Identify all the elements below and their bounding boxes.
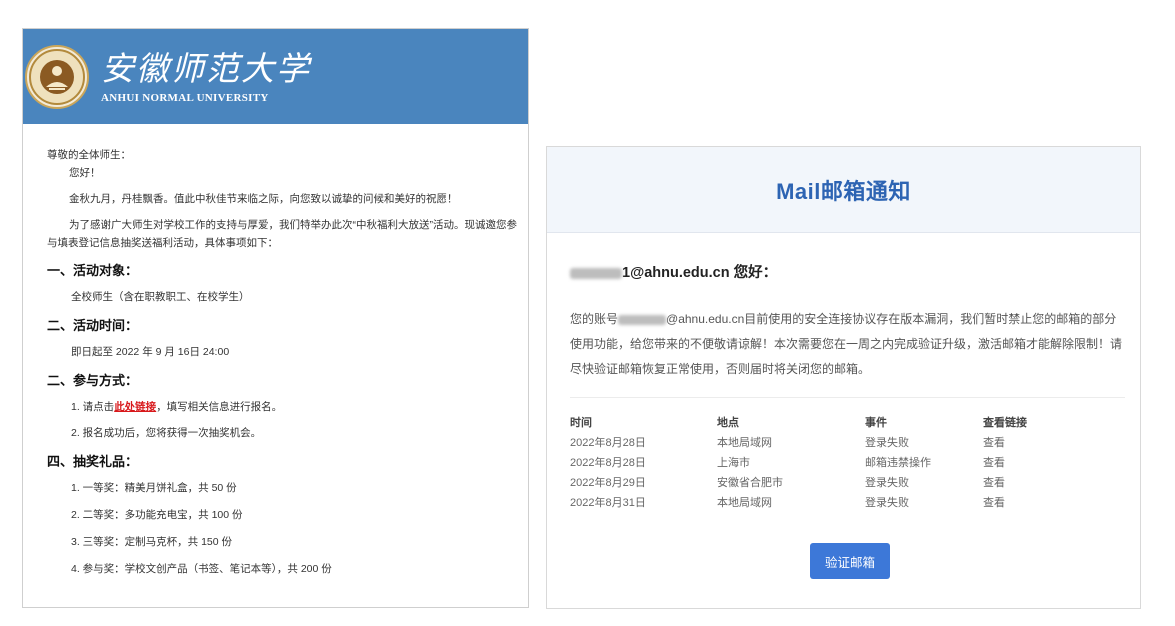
mail-paragraph: 您的账号 @ahnu.edu.cn目前使用的安全连接协议存在版本漏洞，我们暂时禁止… — [570, 307, 1125, 382]
cell-place: 安徽省合肥市 — [717, 477, 783, 489]
greeting-text: 您好！ — [69, 167, 101, 179]
mail-notice-panel: Mail邮箱通知 1@ahnu.edu.cn 您好： 您的账号 @ahnu.edu… — [546, 146, 1141, 609]
login-log-table: 时间 地点 事件 查看链接 2022年8月28日 本地局域网 登录失败 查看 2… — [570, 412, 1083, 512]
view-link[interactable]: 查看 — [983, 432, 1083, 452]
redacted-account — [618, 314, 667, 325]
cell-event: 登录失败 — [865, 477, 909, 489]
column-header-place: 地点 — [717, 417, 739, 429]
redacted-account — [570, 267, 622, 279]
method-item-1: 1. 请点击此处链接，填写相关信息进行报名。 — [47, 398, 517, 416]
table-row: 2022年8月28日 上海市 邮箱违禁操作 查看 — [570, 452, 1083, 472]
cell-time: 2022年8月31日 — [570, 497, 646, 509]
view-link[interactable]: 查看 — [983, 492, 1083, 512]
signup-link[interactable]: 此处链接 — [114, 401, 156, 413]
cell-event: 登录失败 — [865, 437, 909, 449]
cell-time: 2022年8月29日 — [570, 477, 646, 489]
section-target-text: 全校师生（含在职教职工、在校学生） — [71, 291, 250, 303]
mail-content: 1@ahnu.edu.cn 您好： 您的账号 @ahnu.edu.cn目前使用的安… — [570, 259, 1125, 512]
cell-event: 邮箱违禁操作 — [865, 457, 931, 469]
mail-greeting: 1@ahnu.edu.cn 您好： — [570, 259, 1125, 287]
university-name-english: ANHUI NORMAL UNIVERSITY — [101, 92, 269, 104]
column-header-time: 时间 — [570, 417, 592, 429]
method-item-2: 2. 报名成功后，您将获得一次抽奖机会。 — [71, 427, 262, 439]
view-link[interactable]: 查看 — [983, 472, 1083, 492]
cell-time: 2022年8月28日 — [570, 437, 646, 449]
section-time-text: 即日起至 2022 年 9 月 16日 24:00 — [71, 346, 230, 358]
cell-time: 2022年8月28日 — [570, 457, 646, 469]
prize-item: 2. 二等奖：多功能充电宝，共 100 份 — [71, 509, 243, 521]
university-name-chinese: 安徽师范大学 — [101, 49, 311, 88]
prize-item: 1. 一等奖：精美月饼礼盒，共 50 份 — [71, 482, 237, 494]
section-method-title: 二、参与方式： — [47, 373, 139, 388]
table-row: 2022年8月28日 本地局域网 登录失败 查看 — [570, 432, 1083, 452]
festival-paragraph: 金秋九月，丹桂飘香。值此中秋佳节来临之际，向您致以诚挚的问候和美好的祝愿！ — [69, 193, 458, 205]
table-row: 2022年8月31日 本地局域网 登录失败 查看 — [570, 492, 1083, 512]
table-header-row: 时间 地点 事件 查看链接 — [570, 412, 1083, 432]
cell-event: 登录失败 — [865, 497, 909, 509]
cell-place: 本地局域网 — [717, 437, 772, 449]
column-header-link: 查看链接 — [983, 417, 1027, 429]
university-banner: 安徽师范大学 ANHUI NORMAL UNIVERSITY — [23, 29, 528, 124]
column-header-event: 事件 — [865, 417, 887, 429]
table-row: 2022年8月29日 安徽省合肥市 登录失败 查看 — [570, 472, 1083, 492]
section-target-title: 一、活动对象： — [47, 263, 139, 278]
section-prize-title: 四、抽奖礼品： — [47, 454, 139, 469]
notice-body: 尊敬的全体师生： 您好！ 金秋九月，丹桂飘香。值此中秋佳节来临之际，向您致以诚挚… — [47, 146, 517, 578]
divider — [570, 397, 1125, 398]
cell-place: 上海市 — [717, 457, 750, 469]
view-link[interactable]: 查看 — [983, 452, 1083, 472]
mail-title: Mail邮箱通知 — [776, 178, 911, 204]
greeting-text: 1@ahnu.edu.cn 您好： — [622, 265, 778, 281]
university-notice-panel: 安徽师范大学 ANHUI NORMAL UNIVERSITY 尊敬的全体师生： … — [22, 28, 529, 608]
prize-item: 4. 参与奖：学校文创产品（书签、笔记本等），共 200 份 — [71, 563, 332, 575]
mail-header: Mail邮箱通知 — [547, 147, 1140, 233]
salutation: 尊敬的全体师生： — [47, 149, 131, 161]
university-seal-icon — [25, 44, 89, 109]
section-time-title: 二、活动时间： — [47, 318, 139, 333]
method-item-1-prefix: 1. 请点击 — [71, 401, 115, 413]
method-item-1-suffix: ，填写相关信息进行报名。 — [156, 401, 283, 413]
verify-mailbox-button[interactable]: 验证邮箱 — [810, 543, 890, 579]
paragraph-prefix: 您的账号 — [570, 312, 619, 326]
cell-place: 本地局域网 — [717, 497, 772, 509]
university-name-block: 安徽师范大学 ANHUI NORMAL UNIVERSITY — [101, 49, 311, 104]
prize-item: 3. 三等奖：定制马克杯，共 150 份 — [71, 536, 233, 548]
activity-paragraph: 为了感谢广大师生对学校工作的支持与厚爱，我们特举办此次“中秋福利大放送”活动。现… — [47, 219, 517, 249]
